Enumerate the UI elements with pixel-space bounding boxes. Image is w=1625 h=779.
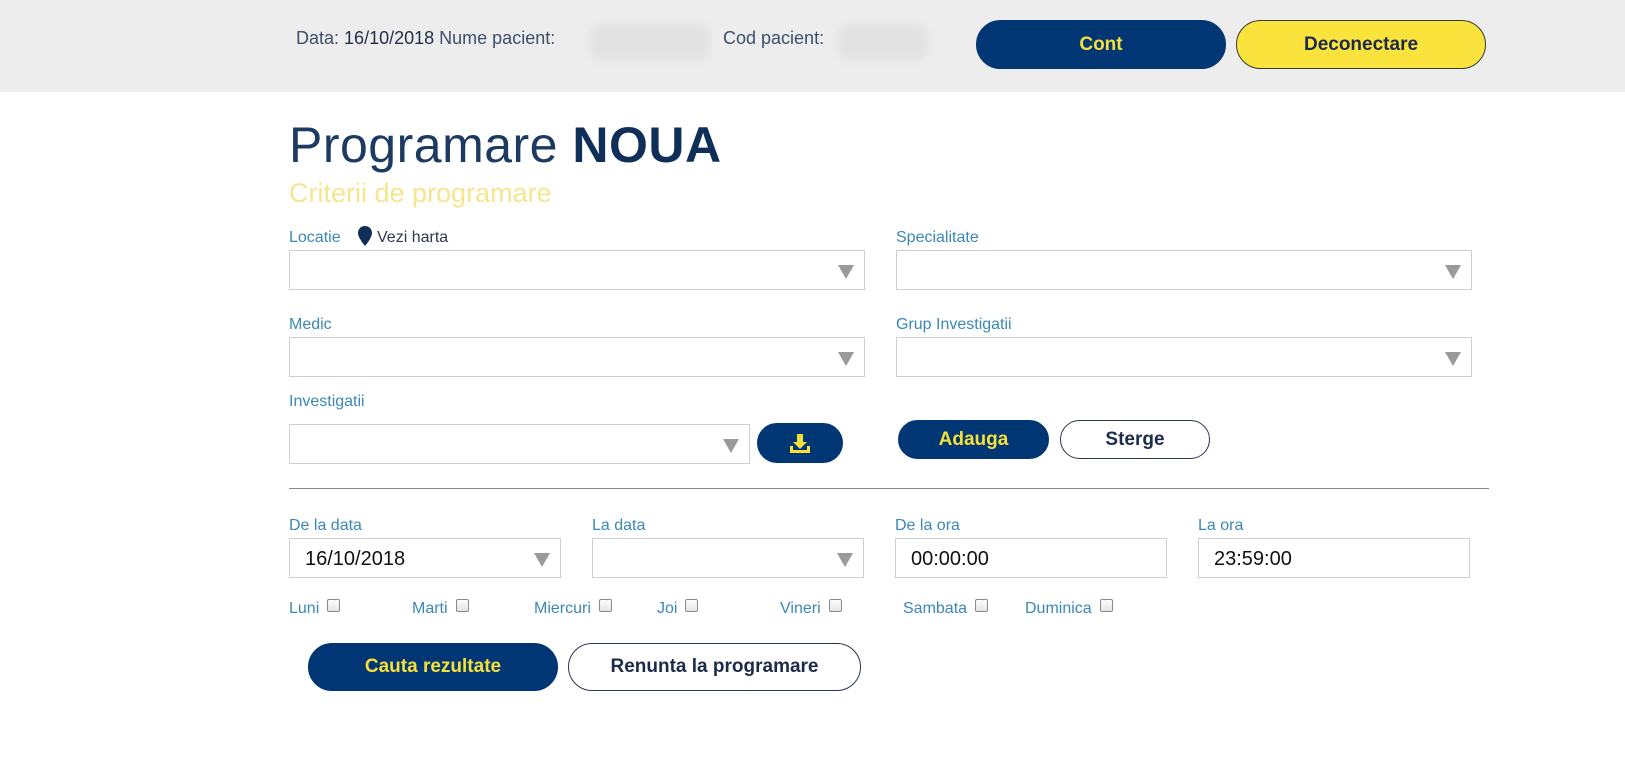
day-sunday[interactable]: Duminica	[1025, 598, 1113, 618]
day-label: Sambata	[903, 600, 968, 617]
day-friday[interactable]: Vineri	[780, 598, 842, 618]
from-time-value: 00:00:00	[911, 548, 989, 570]
day-monday[interactable]: Luni	[289, 598, 341, 618]
from-time-label: De la ora	[895, 517, 960, 534]
day-wednesday[interactable]: Miercuri	[534, 598, 612, 618]
day-checkbox[interactable]	[975, 598, 989, 612]
page-title-bold: NOUA	[572, 117, 722, 173]
day-checkbox[interactable]	[1099, 598, 1113, 612]
from-time-input[interactable]: 00:00:00	[895, 538, 1167, 578]
to-time-label: La ora	[1198, 517, 1244, 534]
account-button[interactable]: Cont	[976, 20, 1226, 69]
cancel-appointment-button[interactable]: Renunta la programare	[568, 643, 861, 691]
day-label: Vineri	[780, 600, 821, 617]
date-value: 16/10/2018	[344, 28, 435, 48]
to-time-value: 23:59:00	[1214, 548, 1292, 570]
day-checkbox[interactable]	[455, 598, 469, 612]
day-checkbox[interactable]	[685, 598, 699, 612]
day-thursday[interactable]: Joi	[657, 598, 699, 618]
chevron-down-icon	[534, 553, 550, 567]
day-checkbox[interactable]	[598, 598, 612, 612]
chevron-down-icon	[723, 439, 739, 453]
day-saturday[interactable]: Sambata	[903, 598, 989, 618]
chevron-down-icon	[838, 265, 854, 279]
add-button[interactable]: Adauga	[898, 420, 1049, 459]
chevron-down-icon	[838, 352, 854, 366]
investigations-select[interactable]	[289, 424, 750, 464]
to-date-label: La data	[592, 517, 646, 534]
investigation-group-select[interactable]	[896, 337, 1472, 377]
page-title-light: Programare	[289, 117, 558, 173]
location-label: Locatie	[289, 229, 341, 246]
delete-button[interactable]: Sterge	[1060, 420, 1210, 459]
section-divider	[289, 488, 1489, 489]
patient-name-label: Nume pacient:	[439, 28, 556, 48]
specialty-label: Specialitate	[896, 229, 979, 246]
location-select[interactable]	[289, 250, 865, 290]
view-map-link[interactable]: Vezi harta	[377, 229, 448, 247]
doctor-select[interactable]	[289, 337, 865, 377]
page-subtitle: Criterii de programare	[289, 178, 552, 208]
day-label: Miercuri	[534, 600, 591, 617]
download-icon	[790, 434, 810, 453]
search-results-button[interactable]: Cauta rezultate	[308, 643, 558, 691]
map-pin-icon[interactable]	[358, 226, 372, 246]
chevron-down-icon	[1445, 352, 1461, 366]
day-label: Luni	[289, 600, 320, 617]
from-date-value: 16/10/2018	[305, 548, 406, 570]
from-date-select[interactable]: 16/10/2018	[289, 538, 561, 578]
chevron-down-icon	[837, 553, 853, 567]
day-tuesday[interactable]: Marti	[412, 598, 469, 618]
doctor-label: Medic	[289, 316, 332, 333]
date-info: Data: 16/10/2018 Nume pacient:	[296, 28, 555, 49]
patient-code-redacted	[838, 24, 928, 60]
patient-code-label: Cod pacient:	[723, 28, 825, 48]
specialty-select[interactable]	[896, 250, 1472, 290]
to-date-select[interactable]	[592, 538, 864, 578]
patient-name-redacted	[590, 24, 710, 60]
day-label: Duminica	[1025, 600, 1092, 617]
download-button[interactable]	[757, 423, 843, 463]
page-title: Programare NOUA	[289, 116, 722, 174]
top-bar: Data: 16/10/2018 Nume pacient: Cod pacie…	[0, 0, 1625, 92]
investigation-group-label: Grup Investigatii	[896, 316, 1012, 333]
logout-button[interactable]: Deconectare	[1236, 20, 1486, 69]
chevron-down-icon	[1445, 265, 1461, 279]
day-checkbox[interactable]	[327, 598, 341, 612]
investigations-label: Investigatii	[289, 393, 365, 410]
to-time-input[interactable]: 23:59:00	[1198, 538, 1470, 578]
from-date-label: De la data	[289, 517, 362, 534]
date-label: Data:	[296, 28, 340, 48]
day-label: Marti	[412, 600, 448, 617]
day-checkbox[interactable]	[828, 598, 842, 612]
day-label: Joi	[657, 600, 678, 617]
